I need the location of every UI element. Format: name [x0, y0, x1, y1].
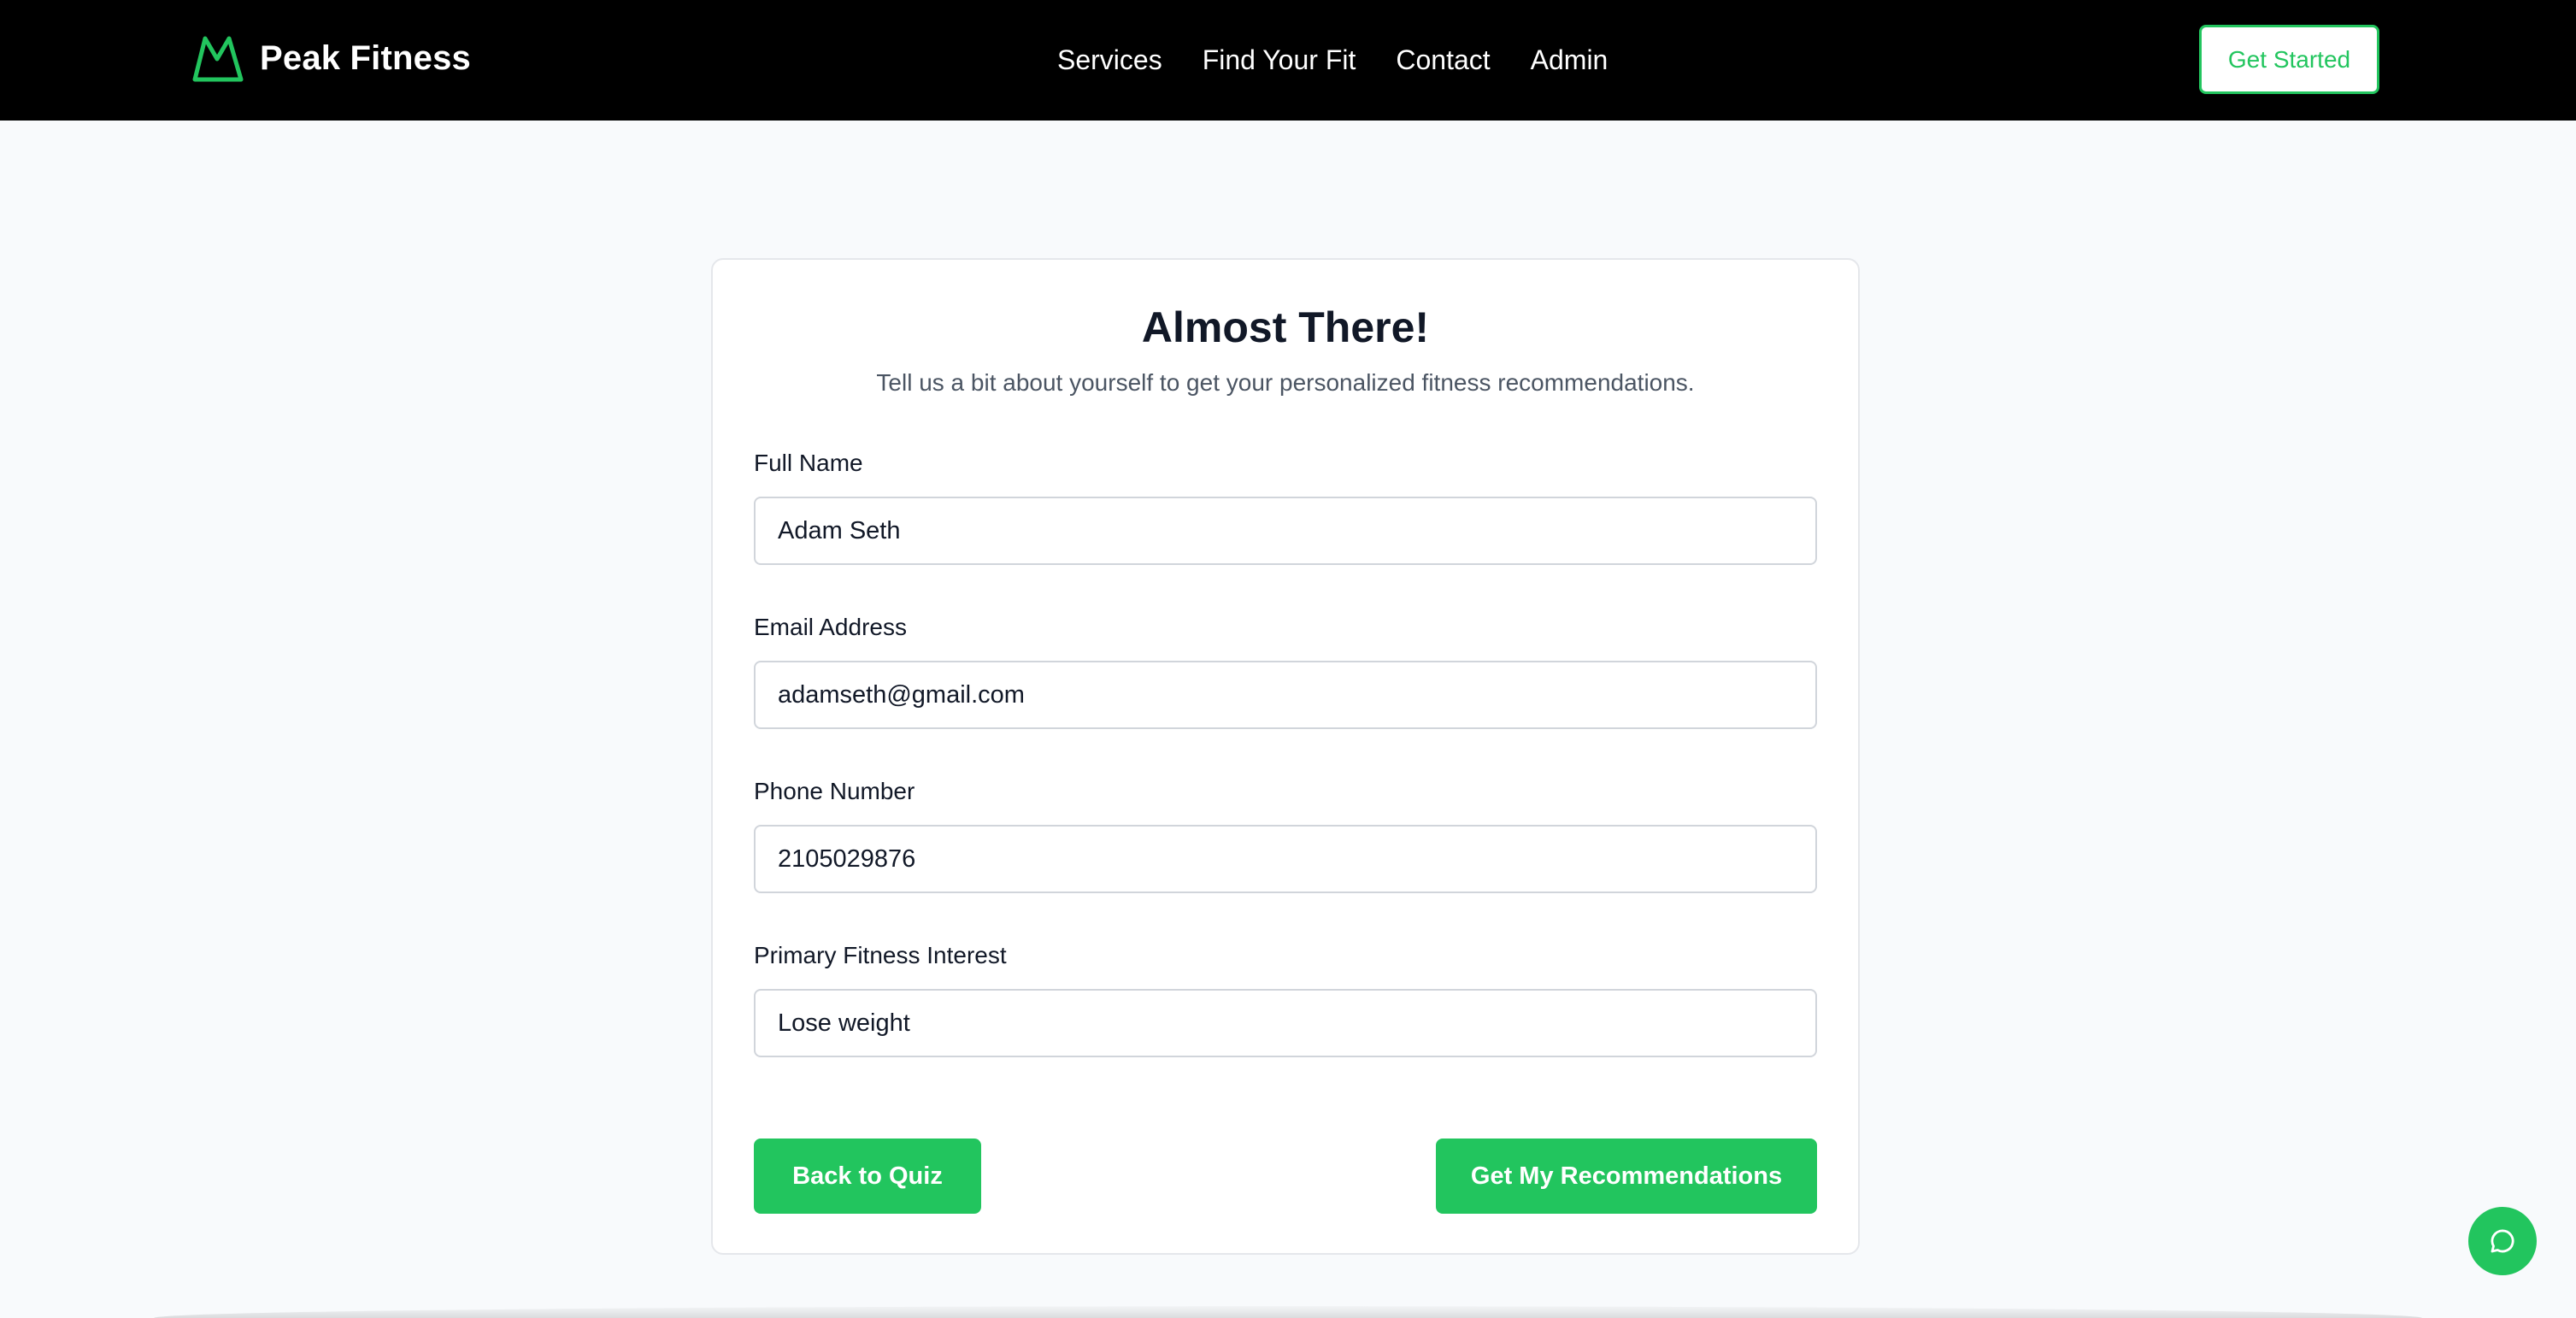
- nav-link-contact[interactable]: Contact: [1396, 44, 1490, 76]
- full-name-label: Full Name: [754, 450, 863, 476]
- brand-name: Peak Fitness: [260, 38, 471, 77]
- nav-link-find-your-fit[interactable]: Find Your Fit: [1203, 44, 1356, 76]
- phone-label: Phone Number: [754, 778, 915, 804]
- form-subtitle: Tell us a bit about yourself to get your…: [876, 369, 1695, 396]
- get-recommendations-button[interactable]: Get My Recommendations: [1436, 1139, 1817, 1214]
- brand-link[interactable]: Peak Fitness: [191, 31, 471, 85]
- email-input[interactable]: [754, 661, 1817, 729]
- bottom-shadow: [154, 1306, 2422, 1318]
- full-name-input[interactable]: [754, 497, 1817, 565]
- fitness-interest-label: Primary Fitness Interest: [754, 942, 1007, 968]
- email-label: Email Address: [754, 614, 907, 640]
- form-title: Almost There!: [1141, 303, 1430, 351]
- fitness-interest-input[interactable]: [754, 989, 1817, 1057]
- nav-link-services[interactable]: Services: [1057, 44, 1162, 76]
- phone-input[interactable]: [754, 825, 1817, 893]
- chat-button[interactable]: [2468, 1207, 2537, 1275]
- contact-form-card: Almost There! Tell us a bit about yourse…: [711, 258, 1860, 1255]
- page: Peak Fitness Services Find Your Fit Cont…: [0, 0, 2576, 1318]
- get-started-button[interactable]: Get Started: [2199, 25, 2379, 94]
- back-to-quiz-button[interactable]: Back to Quiz: [754, 1139, 981, 1214]
- chat-bubble-icon: [2491, 1229, 2514, 1253]
- mountain-logo-icon: [192, 36, 244, 82]
- main-nav: Services Find Your Fit Contact Admin: [1057, 38, 1608, 82]
- nav-link-admin[interactable]: Admin: [1531, 44, 1609, 76]
- navbar: Peak Fitness Services Find Your Fit Cont…: [0, 0, 2576, 121]
